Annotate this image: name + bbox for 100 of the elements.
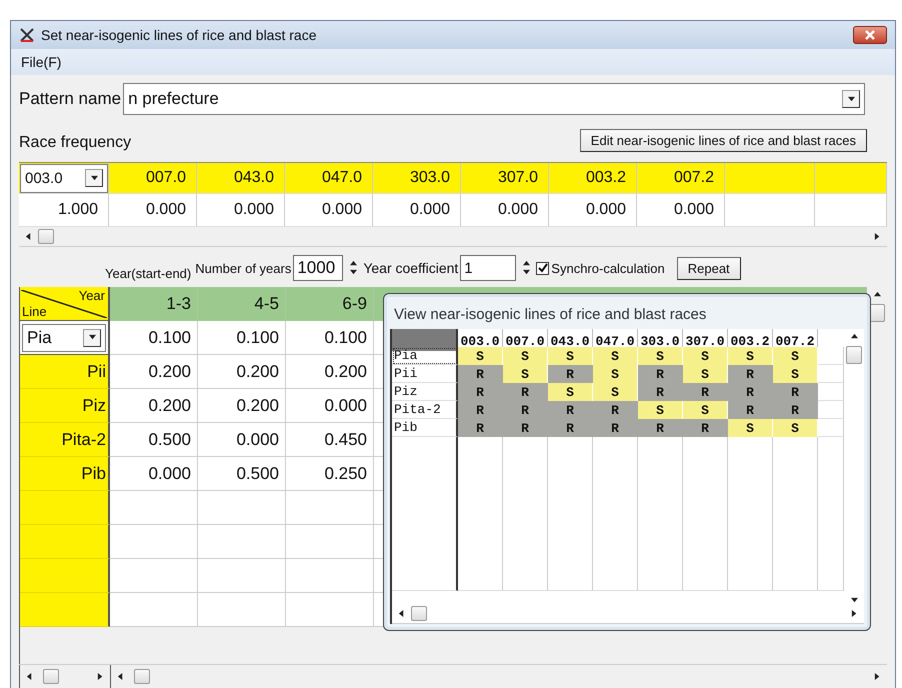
line-name-cell: Pib [20,457,110,491]
pattern-name-dropdown[interactable]: n prefecture [123,83,865,115]
app-icon [19,27,35,43]
race-header-cell: 007.2 [637,163,725,194]
reaction-cell: R [503,383,548,401]
dropdown-caret-icon[interactable] [90,174,98,182]
race-header-cell: 303.0 [373,163,461,194]
scroll-right-icon[interactable] [97,673,104,680]
spin-up-icon[interactable] [522,260,530,267]
reaction-cell: R [683,383,728,401]
frequency-cell: 0.000 [286,389,374,423]
number-of-years-field[interactable]: 1000 [293,255,344,281]
reaction-cell: S [593,365,638,383]
year-coefficient-field[interactable]: 1 [460,255,516,281]
line-name-cell: Piz [20,389,110,423]
line-axis-label: Line [22,304,47,319]
frequency-cell: 0.000 [198,423,286,457]
race-frequency-cell: 0.000 [197,194,285,227]
scroll-left-icon[interactable] [26,673,33,680]
reaction-cell: R [728,365,773,383]
spin-down-icon[interactable] [522,269,530,276]
race-frequency-cell: 0.000 [373,194,461,227]
edit-lines-button[interactable]: Edit near-isogenic lines of rice and blast races [580,129,867,152]
reaction-cell: S [773,347,818,365]
year-header-cell: 4-5 [198,287,286,321]
year-header-cell: 1-3 [110,287,198,321]
race-header-cell: 307.0 [461,163,549,194]
repeat-button[interactable]: Repeat [676,256,741,280]
viewer-horizontal-scrollbar[interactable] [392,604,864,624]
race-header-cell: 007.0 [109,163,197,194]
frequency-cell: 0.450 [286,423,374,457]
reaction-cell: S [638,347,683,365]
reaction-cell: S [503,347,548,365]
frequency-cell: 0.100 [286,321,374,355]
window-title: Set near-isogenic lines of rice and blast race [41,27,318,43]
frequency-cell: 0.200 [286,355,374,389]
year-axis-label: Year [78,288,105,303]
scroll-up-icon[interactable] [874,291,880,298]
scroll-left-icon[interactable] [117,673,124,680]
race-frequency-cell: 0.000 [637,194,725,227]
reaction-cell: R [728,383,773,401]
scroll-thumb[interactable] [411,606,427,621]
reaction-cell: R [638,365,683,383]
synchro-checkbox[interactable] [536,262,550,274]
reaction-cell: S [503,365,548,383]
frequency-cell: 0.100 [198,321,286,355]
line-name-cell: Pii [20,355,110,389]
reaction-cell: R [683,419,728,437]
scroll-left-icon[interactable] [398,610,405,617]
frequency-cell: 0.200 [110,355,198,389]
line-dropdown[interactable]: Pia [22,324,106,352]
spin-down-icon[interactable] [350,269,357,276]
menu-item[interactable]: File(F) [21,54,62,70]
frequency-cell: 0.200 [110,389,198,423]
frequency-cell: 0.250 [286,457,374,491]
pattern-name-label: Pattern name [19,89,122,109]
reaction-cell: R [773,383,818,401]
dropdown-caret-icon[interactable] [88,334,96,341]
scroll-up-icon[interactable] [850,333,858,340]
reaction-cell: S [683,365,728,383]
reaction-cell: S [683,347,728,365]
scroll-right-icon[interactable] [874,233,881,240]
reaction-cell: R [638,383,683,401]
reaction-cell: R [458,365,503,383]
year-header-cell: 6-9 [286,287,374,321]
scroll-thumb[interactable] [846,346,862,364]
scroll-thumb[interactable] [38,229,54,244]
race-frequency-cell: 0.000 [549,194,637,227]
reaction-cell: S [728,347,773,365]
close-button[interactable] [853,26,887,44]
reaction-cell: S [728,419,773,437]
race-dropdown[interactable]: 003.0 [20,164,108,192]
frequency-cell: 0.000 [110,457,198,491]
reaction-cell: R [458,419,503,437]
reaction-cell: S [683,401,728,419]
reaction-cell: R [458,401,503,419]
reaction-cell: R [548,401,593,419]
dropdown-caret-icon[interactable] [848,96,854,102]
reaction-cell: R [593,401,638,419]
race-frequency-cell: 0.000 [109,194,197,227]
reaction-cell: R [728,401,773,419]
spin-up-icon[interactable] [350,260,357,267]
number-of-years-label: Number of years [195,260,292,276]
scroll-right-icon[interactable] [874,673,881,680]
scroll-left-icon[interactable] [25,233,32,240]
race-frequency-label: Race frequency [19,134,132,152]
reaction-cell: S [593,383,638,401]
scroll-thumb[interactable] [43,669,59,684]
scroll-right-icon[interactable] [851,610,858,617]
reaction-cell: R [503,401,548,419]
race-frequency-cell: 0.000 [461,194,549,227]
frequency-cell: 0.200 [198,389,286,423]
frequency-cell: 0.200 [198,355,286,389]
reaction-cell: R [548,419,593,437]
reaction-cell: S [548,347,593,365]
reaction-cell: R [503,419,548,437]
frequency-cell: 0.100 [110,321,198,355]
scroll-thumb[interactable] [134,669,150,684]
race-header-cell: 003.2 [549,163,637,194]
race-frequency-cell: 0.000 [285,194,373,227]
